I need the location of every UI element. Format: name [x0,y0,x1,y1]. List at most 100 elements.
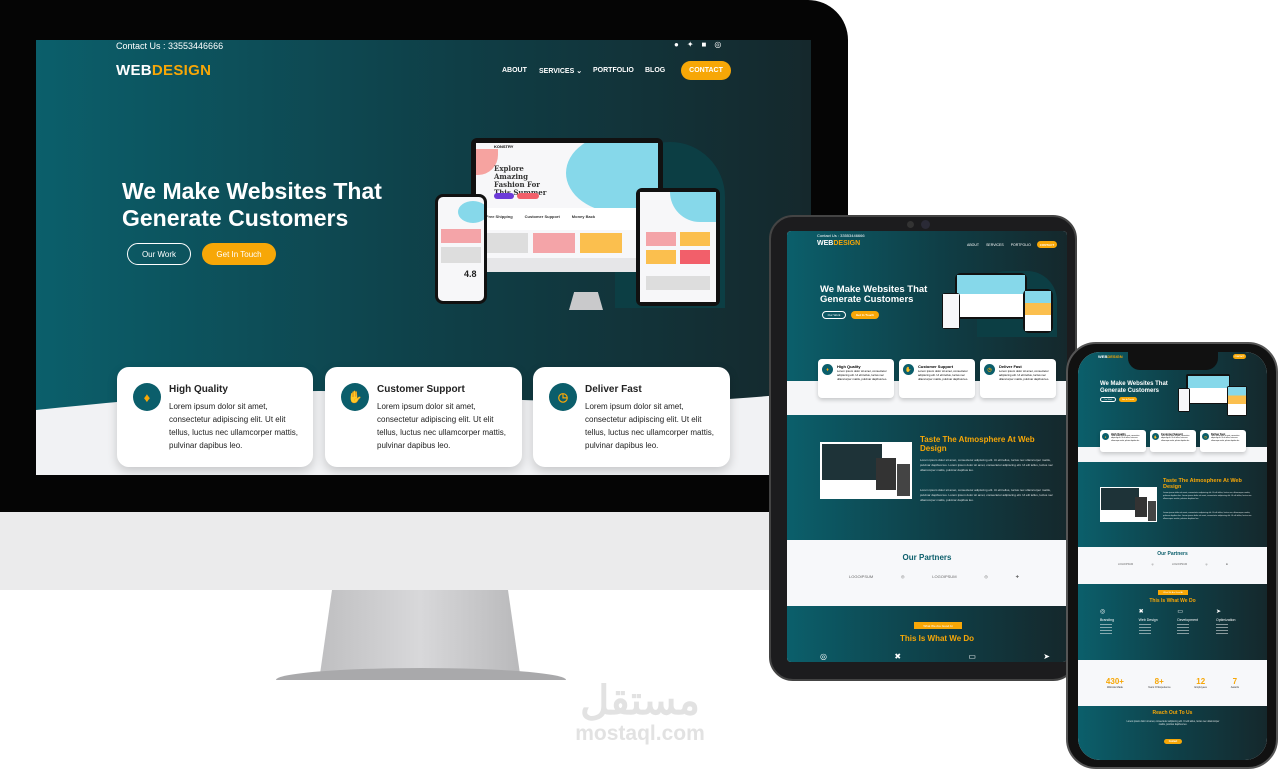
phone-reach-section: Reach Out To Us Lorem ipsum dolor sit am… [1078,706,1267,760]
nav-blog[interactable]: BLOG [645,67,665,74]
stat-label: Awards [1230,686,1240,689]
stat: 8+ Years Of Experience [1148,677,1171,689]
mockup-rating: 4.8 [464,269,477,279]
desktop-screen: Contact Us : 33553446666 ● ✦ ■ ◎ WEBDESIGN … [36,40,811,475]
watermark-latin: mostaql.com [575,722,705,745]
monitor-chin [0,512,848,590]
feature-card-customer-support: ✋ Customer Support Lorem ipsum dolor sit… [325,367,522,467]
our-work-button[interactable]: Our Work [822,311,846,319]
mockup-feature: Free Shipping [486,214,513,219]
taste-image [1100,487,1157,522]
phone-screen: WEBDESIGN CONTACT We Make Websites That G… [1078,352,1267,760]
reach-contact-button[interactable]: Contact [1164,739,1182,744]
logo[interactable]: WEBDESIGN [1098,354,1123,359]
handshake-icon: ✋ [903,364,914,375]
mockup-monitor: KONSTRY Explore Amazing Fashion For This… [471,138,663,262]
logo-design: DESIGN [151,62,212,79]
logo-design: DESIGN [1107,354,1123,359]
our-work-button[interactable]: Our Work [1100,397,1116,402]
get-in-touch-button[interactable]: Get In Touch [1119,397,1137,402]
mockup-phone: 4.8 [435,194,487,304]
card-text: Lorem ipsum dolor sit amet, consectetur … [1161,436,1190,442]
keyboard-icon: ▭ [1177,609,1183,615]
get-in-touch-button[interactable]: Get In Touch [851,311,879,319]
nav: ABOUTSERVICESPORTFOLIOBLOG [967,243,1048,247]
clock-icon: ◷ [1202,433,1209,440]
taste-paragraph: Lorem ipsum dolor sit amet, consectetur … [1163,492,1252,500]
contact-button[interactable]: CONTACT [681,61,731,80]
hero-title: We Make Websites That Generate Customers [122,178,382,232]
card-text: Lorem ipsum dolor sit amet, consectetur … [1111,436,1140,442]
hero-title-line2: Generate Customers [820,294,914,305]
stat-value: 12 [1196,677,1206,686]
card-text: Lorem ipsum dolor sit amet, consectetur … [999,369,1050,381]
phone-notch [1128,352,1218,370]
facebook-icon[interactable]: ● [674,40,679,49]
stat-label: Years Of Experience [1147,686,1171,689]
taste-image [820,442,912,499]
contact-button[interactable]: CONTACT [1233,354,1246,359]
partner-logo: LOGOIPSUM [849,574,874,579]
hero-title-line2: Generate Customers [1100,387,1160,394]
nav-portfolio[interactable]: PORTFOLIO [593,67,634,74]
hero-title-line1: We Make Websites That [122,178,382,204]
feature-card-high-quality: ♦ High Quality Lorem ipsum dolor sit ame… [117,367,313,467]
mockup-stand [569,292,603,310]
service-item: ✖ Web Design [1138,608,1173,636]
stat-label: Website Made [1106,686,1123,689]
partner-logos: LOGOIPSUM ◎ LOGOIPSUM ◎ ✚ [1118,563,1228,566]
keyboard-icon: ▭ [968,652,976,661]
feature-card: ✋ Customer Support Lorem ipsum dolor sit a… [899,359,975,398]
stat-label: Employees [1194,686,1207,689]
card-text: Lorem ipsum dolor sit amet, consectetur … [377,402,506,450]
logo[interactable]: WEBDESIGN [116,62,211,79]
service-icons: ◎ ✖ ▭ ➤ [820,652,1050,661]
mockup-monitor [1186,374,1230,404]
paper-plane-icon: ➤ [1215,609,1221,615]
stat: 7 Awards [1231,677,1239,689]
nav-about[interactable]: ABOUT [967,243,979,247]
instagram-icon[interactable]: ■ [702,40,707,49]
feature-card-deliver-fast: ◷ Deliver Fast Lorem ipsum dolor sit ame… [533,367,730,467]
twitter-icon[interactable]: ✦ [687,40,694,49]
partners-title: Our Partners [1157,551,1188,557]
dribbble-icon[interactable]: ◎ [714,40,721,49]
feature-card: ◷ Deliver Fast Lorem ipsum dolor sit amet,… [1200,430,1246,452]
reach-title: Reach Out To Us [1152,710,1193,716]
monitor-stand-base [276,668,566,680]
nav-services[interactable]: SERVICES ⌄ [539,67,582,75]
clock-icon: ◷ [549,383,577,411]
feature-card: ♦ High Quality Lorem ipsum dolor sit amet,… [818,359,894,398]
stat-value: 7 [1232,677,1238,686]
our-work-button[interactable]: Our Work [127,243,191,265]
nav-about[interactable]: ABOUT [502,67,527,74]
contact-button[interactable]: CONTACT [1037,241,1057,248]
mockup-monitor [955,273,1027,319]
mockup-feature: Customer Support [524,214,560,219]
card-title: Customer Support [377,384,465,395]
mockup-phone [942,293,960,329]
nav-portfolio[interactable]: PORTFOLIO [1011,243,1031,247]
desktop-monitor: Contact Us : 33553446666 ● ✦ ■ ◎ WEBDESIGN … [0,0,848,590]
taste-paragraph: Lorem ipsum dolor sit amet, consectetur … [920,488,1053,502]
hero-device-mockup: KONSTRY Explore Amazing Fashion For This… [435,138,725,310]
service-item: ◎ Branding [1100,608,1134,636]
stat-value: 8+ [1154,677,1164,686]
logo[interactable]: WEBDESIGN [817,240,860,247]
service-title: Development [1177,618,1198,622]
partner-logo: LOGOIPSUM [932,574,957,579]
get-in-touch-button[interactable]: Get In Touch [202,243,276,265]
logo-web: WEB [116,62,152,79]
partner-logo: LOGOIPSUM [1171,563,1188,566]
taste-paragraph: Lorem ipsum dolor sit amet, consectetur … [1163,512,1252,520]
partners-title: Our Partners [902,553,952,562]
contact-line: Contact Us : 33553446666 [116,41,224,51]
feature-card: ✋ Customer Support Lorem ipsum dolor sit a… [1150,430,1196,452]
hero-title: We Make Websites That Generate Customers [1100,381,1168,394]
mockup-chin [471,258,663,272]
service-title: Optimization [1215,618,1236,622]
phone-partners-section: Our Partners LOGOIPSUM ◎ LOGOIPSUM ◎ ✚ [1078,547,1267,584]
feature-card: ♦ High Quality Lorem ipsum dolor sit amet,… [1100,430,1146,452]
nav-services[interactable]: SERVICES [986,243,1004,247]
watermark-arabic: مستقل [580,679,700,723]
